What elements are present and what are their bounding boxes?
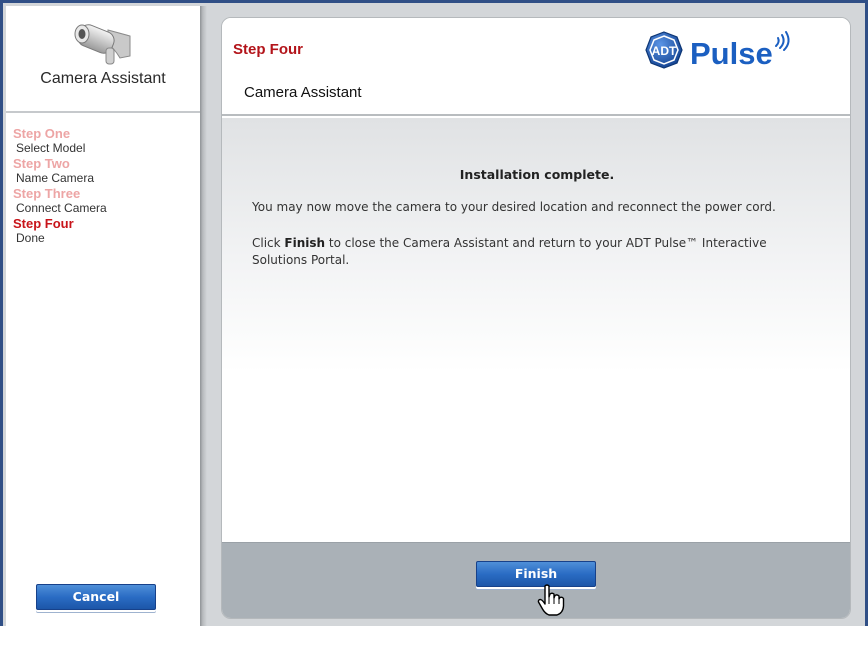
- main-panel: Step Four Camera Assistant ADT Pulse Ins…: [221, 17, 851, 619]
- sidebar-divider: [200, 6, 207, 626]
- step-subtitle: Name Camera: [16, 171, 95, 185]
- step-title: Step Two: [13, 156, 70, 171]
- finish-keyword: Finish: [284, 236, 326, 250]
- cancel-button[interactable]: Cancel: [36, 584, 156, 610]
- sidebar-title: Camera Assistant: [40, 70, 166, 87]
- adt-pulse-logo: ADT Pulse: [645, 31, 790, 71]
- sidebar: Camera Assistant Step One Select Model S…: [6, 6, 200, 626]
- security-camera-icon: [74, 24, 131, 65]
- step-title-active: Step Four: [13, 216, 74, 231]
- wizard-window: Camera Assistant Step One Select Model S…: [0, 0, 868, 626]
- panel-footer: Finish: [222, 542, 850, 618]
- panel-body: Installation complete. You may now move …: [222, 118, 850, 542]
- step-item-one: Step One Select Model: [13, 126, 198, 155]
- panel-title: Camera Assistant: [244, 84, 362, 101]
- pulse-brand-text: Pulse: [690, 36, 773, 71]
- step-subtitle: Select Model: [16, 141, 86, 155]
- step-subtitle: Done: [16, 231, 45, 245]
- instruction-prefix: Click: [252, 236, 285, 250]
- wifi-signal-icon: [775, 31, 790, 51]
- adt-badge-text: ADT: [652, 44, 677, 58]
- finish-instruction-text: Click Finish to close the Camera Assista…: [252, 235, 812, 269]
- panel-header: Step Four Camera Assistant ADT Pulse: [222, 18, 850, 116]
- step-heading: Step Four: [233, 41, 303, 58]
- step-item-four: Step Four Done: [13, 216, 198, 245]
- step-list: Step One Select Model Step Two Name Came…: [13, 126, 198, 246]
- step-title: Step One: [13, 126, 71, 141]
- step-subtitle: Connect Camera: [16, 201, 107, 215]
- step-item-two: Step Two Name Camera: [13, 156, 198, 185]
- instruction-text: You may now move the camera to your desi…: [252, 200, 776, 214]
- hand-pointer-icon: [537, 584, 565, 616]
- instruction-suffix: to close the Camera Assistant and return…: [252, 236, 767, 267]
- sidebar-divider-line: [6, 111, 200, 113]
- step-item-three: Step Three Connect Camera: [13, 186, 198, 215]
- step-title: Step Three: [13, 186, 81, 201]
- completion-heading: Installation complete.: [459, 167, 615, 182]
